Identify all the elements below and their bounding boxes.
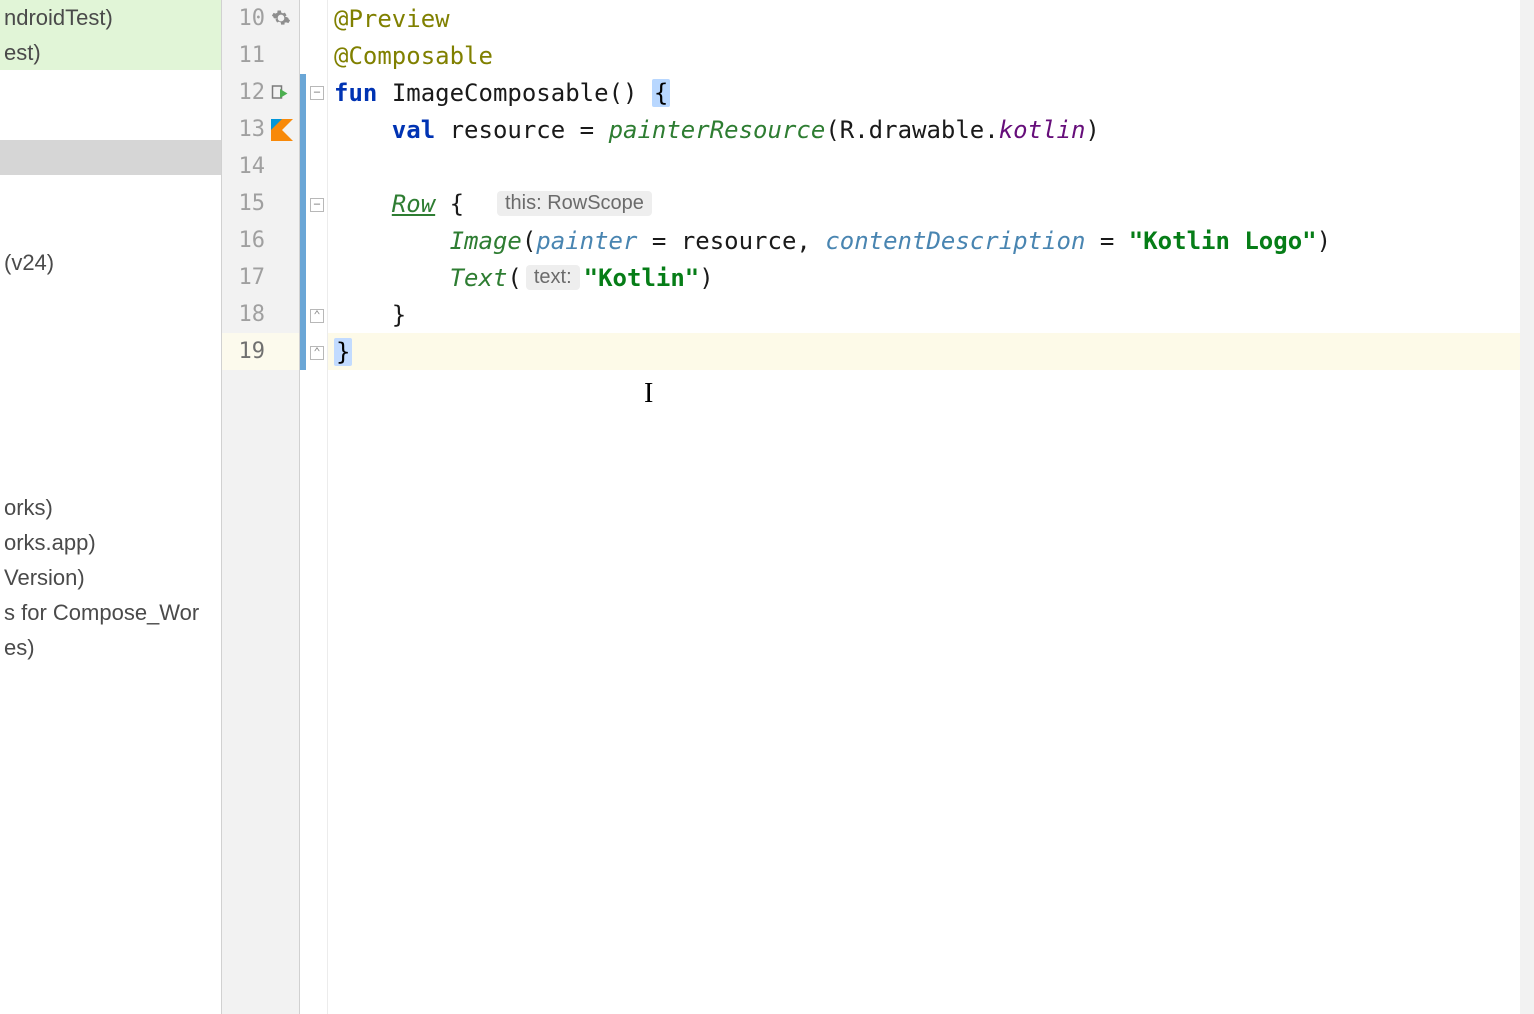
tree-item-selected[interactable] bbox=[0, 140, 221, 175]
tree-item[interactable]: est) bbox=[0, 35, 221, 70]
project-tree-panel[interactable]: ndroidTest) est) (v24) orks) orks.app) V… bbox=[0, 0, 222, 1014]
tree-item[interactable] bbox=[0, 70, 221, 105]
line-number[interactable]: 15 bbox=[222, 185, 299, 222]
tree-item[interactable] bbox=[0, 175, 221, 210]
fold-end-icon[interactable]: ⌃ bbox=[310, 346, 324, 360]
line-number[interactable]: 16 bbox=[222, 222, 299, 259]
tree-item[interactable] bbox=[0, 315, 221, 350]
annotation: @Composable bbox=[334, 42, 493, 70]
ide-root: ndroidTest) est) (v24) orks) orks.app) V… bbox=[0, 0, 1534, 1014]
tree-item[interactable] bbox=[0, 280, 221, 315]
code-line-10[interactable]: @Preview bbox=[328, 0, 1520, 37]
tree-item[interactable]: (v24) bbox=[0, 245, 221, 280]
tree-item[interactable]: orks) bbox=[0, 490, 221, 525]
line-number[interactable]: 12 bbox=[222, 74, 299, 111]
brace-open-highlight: { bbox=[652, 79, 670, 107]
line-number[interactable]: 14 bbox=[222, 148, 299, 185]
fold-end-icon[interactable]: ⌃ bbox=[310, 309, 324, 323]
code-line-13[interactable]: val resource = painterResource(R.drawabl… bbox=[328, 111, 1520, 148]
tree-item[interactable]: orks.app) bbox=[0, 525, 221, 560]
string-literal: "Kotlin Logo" bbox=[1129, 227, 1317, 255]
code-line-18[interactable]: } bbox=[328, 296, 1520, 333]
fold-column[interactable]: − − ⌃ ⌃ bbox=[300, 0, 328, 1014]
code-line-14[interactable] bbox=[328, 148, 1520, 185]
line-number[interactable]: 17 bbox=[222, 259, 299, 296]
run-icon[interactable] bbox=[271, 82, 293, 104]
call-row: Row bbox=[392, 190, 435, 218]
text-caret-icon: I bbox=[644, 378, 653, 410]
line-number[interactable]: 18 bbox=[222, 296, 299, 333]
tree-item[interactable] bbox=[0, 385, 221, 420]
tree-item[interactable] bbox=[0, 420, 221, 455]
inlay-hint-text: text: bbox=[526, 265, 580, 290]
member-ref: kotlin bbox=[999, 116, 1086, 144]
line-number[interactable]: 11 bbox=[222, 37, 299, 74]
fold-start-icon[interactable]: − bbox=[310, 86, 324, 100]
keyword-val: val bbox=[392, 116, 435, 144]
tree-item[interactable]: es) bbox=[0, 630, 221, 665]
tree-item[interactable]: Version) bbox=[0, 560, 221, 595]
param-painter: painter bbox=[536, 227, 637, 255]
fold-start-icon[interactable]: − bbox=[310, 198, 324, 212]
code-line-19[interactable]: } bbox=[328, 333, 1520, 370]
code-line-12[interactable]: fun ImageComposable() { bbox=[328, 74, 1520, 111]
brace-close-highlight: } bbox=[334, 338, 352, 366]
keyword-fun: fun bbox=[334, 79, 377, 107]
tree-item[interactable] bbox=[0, 455, 221, 490]
param-contentdescription: contentDescription bbox=[825, 227, 1085, 255]
call-image: Image bbox=[450, 227, 522, 255]
change-marker[interactable] bbox=[300, 74, 306, 370]
editor-gutter[interactable]: 10 11 12 13 14 15 16 17 18 19 bbox=[222, 0, 300, 1014]
code-line-17[interactable]: Text(text:"Kotlin") bbox=[328, 259, 1520, 296]
annotation: @Preview bbox=[334, 5, 450, 33]
tree-item[interactable] bbox=[0, 210, 221, 245]
code-line-15[interactable]: Row { this: RowScope bbox=[328, 185, 1520, 222]
variable-name: resource bbox=[450, 116, 566, 144]
code-line-16[interactable]: Image(painter = resource, contentDescrip… bbox=[328, 222, 1520, 259]
gear-icon[interactable] bbox=[271, 8, 293, 30]
code-line-11[interactable]: @Composable bbox=[328, 37, 1520, 74]
tree-item[interactable]: ndroidTest) bbox=[0, 0, 221, 35]
call-painterresource: painterResource bbox=[609, 116, 826, 144]
string-literal: "Kotlin" bbox=[584, 264, 700, 292]
call-text: Text bbox=[450, 264, 508, 292]
tree-item[interactable]: s for Compose_Wor bbox=[0, 595, 221, 630]
line-number-current[interactable]: 19 bbox=[222, 333, 299, 370]
line-number[interactable]: 13 bbox=[222, 111, 299, 148]
function-name: ImageComposable bbox=[392, 79, 609, 107]
ref-resource: resource bbox=[681, 227, 797, 255]
tree-item[interactable] bbox=[0, 105, 221, 140]
code-editor[interactable]: @Preview @Composable fun ImageComposable… bbox=[328, 0, 1534, 1014]
inlay-hint-rowscope: this: RowScope bbox=[497, 191, 652, 216]
line-number[interactable]: 10 bbox=[222, 0, 299, 37]
tree-item[interactable] bbox=[0, 350, 221, 385]
kotlin-icon[interactable] bbox=[271, 119, 293, 141]
